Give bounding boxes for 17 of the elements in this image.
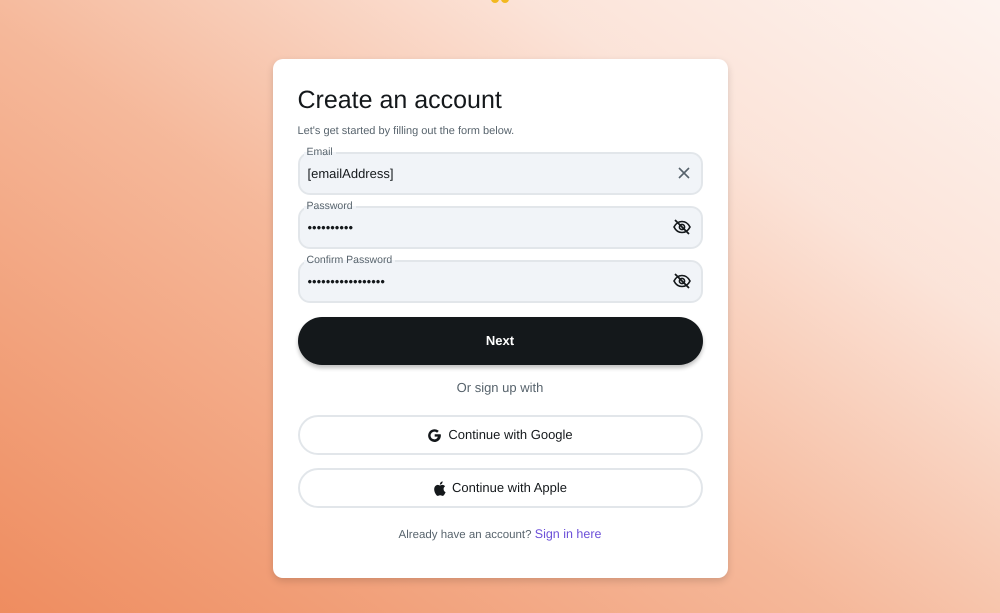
logo-icon [490,0,510,4]
eye-slash-icon[interactable] [672,219,690,235]
divider-text: Or sign up with [456,378,544,397]
eye-slash-icon[interactable] [672,273,690,289]
field-label: Password [304,200,356,211]
field-label: Confirm Password [304,254,396,265]
sign-in-link[interactable]: Sign in here [534,527,602,541]
google-icon [427,428,442,442]
apple-button[interactable]: Continue with Apple [298,468,702,508]
clear-icon[interactable] [676,166,690,180]
google-button[interactable]: Continue with Google [298,415,702,455]
field-label: Email [304,146,336,157]
apple-icon [433,480,446,496]
subtitle: Let's get started by filling out the form below. [298,124,516,139]
heading: Create an account [298,85,503,115]
footer-text: Already have an account? [398,529,532,541]
next-button[interactable]: Next [298,316,702,364]
